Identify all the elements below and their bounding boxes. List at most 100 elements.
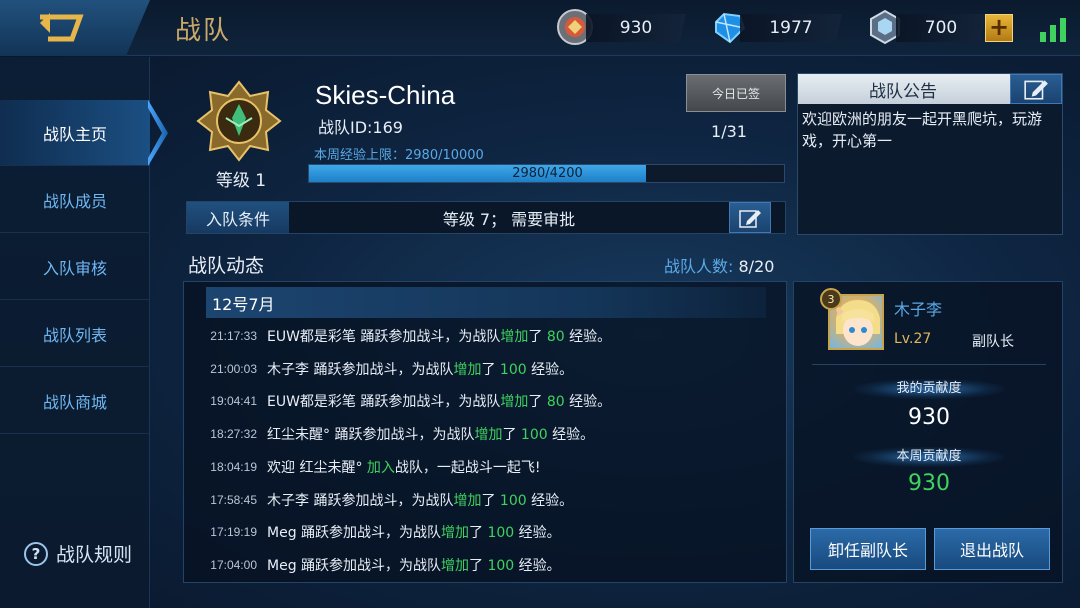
feed-exp-amount: 100 [499, 361, 527, 378]
back-arrow-icon [40, 13, 84, 42]
feed-text-pre: Meg 踊跃参加战斗，为战队 [267, 525, 442, 542]
quit-team-button[interactable]: 退出战队 [934, 528, 1050, 570]
team-notice-panel: 战队公告 欢迎欧洲的朋友一起开黑爬坑，玩游戏，开心第一 [797, 73, 1063, 235]
feed-entry: 17:04:00 Meg 踊跃参加战斗，为战队增加了 100 经验。 [184, 549, 561, 581]
member-role: 副队长 [972, 334, 1014, 350]
feed-highlight: 加入 [366, 459, 395, 476]
member-count-label: 战队人数: [664, 257, 734, 276]
feed-text-mid: 了 [481, 492, 500, 509]
feed-text-post: 经验。 [526, 361, 574, 378]
member-card: 3 木子李 Lv.27 副队长 我的贡献度 930 本周贡献度 930 卸任副队… [793, 281, 1063, 583]
feed-text: 木子李 踊跃参加战斗，为战队增加了 100 经验。 [267, 359, 573, 379]
feed-text-pre: 木子李 踊跃参加战斗，为战队 [267, 492, 454, 509]
feed-highlight: 增加 [441, 525, 470, 542]
help-icon: ? [24, 541, 48, 566]
divider [812, 364, 1046, 365]
member-name: 木子李 [894, 300, 943, 319]
activity-feed[interactable]: 12号7月 21:17:33 EUW都是彩笔 踊跃参加战斗，为战队增加了 80 经… [183, 281, 787, 583]
feed-highlight: 增加 [453, 361, 482, 378]
feed-exp-amount: 100 [499, 492, 527, 509]
feed-text-post: 经验。 [514, 525, 561, 542]
feed-text-pre: Meg 踊跃参加战斗，为战队 [267, 557, 442, 574]
join-condition-bar: 入队条件 等级 7； 需要审批 [186, 201, 786, 234]
sidebar-item-shop[interactable]: 战队商城 [0, 368, 150, 434]
feed-highlight: 增加 [474, 427, 503, 444]
feed-entry: 21:17:33 EUW都是彩笔 踊跃参加战斗，为战队增加了 80 经验。 [184, 320, 611, 352]
feed-exp-amount: 100 [520, 427, 548, 444]
feed-text-mid: 了 [528, 329, 547, 345]
feed-text-mid: 了 [469, 525, 488, 542]
feed-text-post: 经验。 [564, 329, 612, 345]
exp-progress-bar: 2980/4200 [308, 164, 785, 183]
member-rank-badge: 3 [820, 288, 842, 310]
daily-signin-button[interactable]: 今日已签 [686, 74, 786, 112]
feed-time: 17:04:00 [210, 557, 257, 572]
feed-time: 17:58:45 [210, 492, 257, 507]
feed-text-post: 经验。 [526, 492, 574, 509]
feed-exp-amount: 80 [546, 394, 565, 411]
team-rules-label: 战队规则 [56, 544, 133, 566]
feed-text-pre: 木子李 踊跃参加战斗，为战队 [267, 361, 454, 378]
feed-highlight: 增加 [453, 492, 482, 509]
feed-text-pre: 红尘未醒° 踊跃参加战斗，为战队 [267, 427, 475, 444]
feed-text-mid: 了 [528, 394, 547, 411]
sidebar-item-home[interactable]: 战队主页 [0, 100, 150, 166]
exp-progress-text: 2980/4200 [512, 166, 583, 181]
member-count: 战队人数: 8/20 [664, 253, 774, 277]
join-condition-value: 等级 7； 需要审批 [442, 209, 576, 229]
signin-count: 1/31 [711, 122, 747, 141]
feed-text-post: 战队，一起战斗一起飞! [394, 459, 541, 476]
feed-text: 欢迎 红尘未醒° 加入战队，一起战斗一起飞! [267, 457, 541, 477]
weekly-contribution-label: 本周贡献度 [854, 447, 1004, 467]
top-bar: 战队 930 1977 700 + [0, 0, 1080, 56]
feed-highlight: 增加 [500, 394, 529, 411]
diamond-amount: 1977 [740, 14, 842, 42]
page-title: 战队 [175, 16, 232, 46]
add-currency-button[interactable]: + [985, 14, 1013, 42]
sidebar-item-members[interactable]: 战队成员 [0, 167, 150, 233]
notice-title: 战队公告 [869, 81, 937, 102]
my-contribution-label: 我的贡献度 [854, 379, 1004, 399]
crystal-amount: 700 [896, 14, 986, 42]
feed-time: 18:27:32 [210, 427, 257, 442]
feed-text: 红尘未醒° 踊跃参加战斗，为战队增加了 100 经验。 [267, 424, 594, 444]
team-rules-button[interactable]: ? 战队规则 [24, 540, 132, 567]
member-count-value: 8/20 [738, 257, 775, 276]
feed-text-mid: 了 [502, 427, 521, 444]
feed-entry: 19:04:41 EUW都是彩笔 踊跃参加战斗，为战队增加了 80 经验。 [184, 385, 611, 417]
feed-date: 12号7月 [206, 287, 766, 318]
join-condition-label: 入队条件 [187, 202, 289, 233]
feed-text-pre: EUW都是彩笔 踊跃参加战斗，为战队 [267, 329, 501, 345]
feed-text: Meg 踊跃参加战斗，为战队增加了 100 经验。 [267, 555, 561, 575]
edit-condition-button[interactable] [729, 202, 771, 233]
feed-exp-amount: 100 [487, 525, 515, 542]
feed-entry: 18:04:19 欢迎 红尘未醒° 加入战队，一起战斗一起飞! [184, 451, 541, 483]
team-id: 战队ID:169 [318, 118, 403, 137]
sidebar-item-review[interactable]: 入队审核 [0, 234, 150, 300]
activity-title: 战队动态 [188, 255, 265, 277]
feed-entry: 21:00:03 木子李 踊跃参加战斗，为战队增加了 100 经验。 [184, 353, 573, 385]
my-contribution-value: 930 [908, 405, 950, 430]
feed-time: 18:04:19 [210, 459, 257, 474]
feed-highlight: 增加 [441, 557, 470, 574]
team-level: 等级 1 [215, 171, 267, 191]
resign-vice-captain-button[interactable]: 卸任副队长 [810, 528, 926, 570]
edit-notice-button[interactable] [1010, 74, 1062, 104]
feed-text-pre: EUW都是彩笔 踊跃参加战斗，为战队 [267, 394, 501, 411]
sidebar: 战队主页 战队成员 入队审核 战队列表 战队商城 [0, 57, 150, 608]
feed-entry: 17:58:45 木子李 踊跃参加战斗，为战队增加了 100 经验。 [184, 484, 573, 516]
feed-highlight: 增加 [500, 329, 529, 345]
weekly-contribution-value: 930 [908, 471, 950, 496]
feed-time: 17:19:19 [210, 525, 257, 540]
feed-text-mid: 了 [469, 557, 488, 574]
member-level: Lv.27 [894, 331, 932, 347]
feed-text-post: 经验。 [564, 394, 612, 411]
back-button[interactable] [0, 0, 150, 56]
signal-icon [1040, 18, 1070, 42]
feed-text: EUW都是彩笔 踊跃参加战斗，为战队增加了 80 经验。 [267, 391, 611, 411]
feed-time: 19:04:41 [210, 394, 257, 409]
sidebar-item-team-list[interactable]: 战队列表 [0, 301, 150, 367]
gold-amount: 930 [586, 14, 686, 42]
team-emblem-icon [196, 80, 282, 162]
feed-text-mid: 了 [481, 361, 500, 378]
